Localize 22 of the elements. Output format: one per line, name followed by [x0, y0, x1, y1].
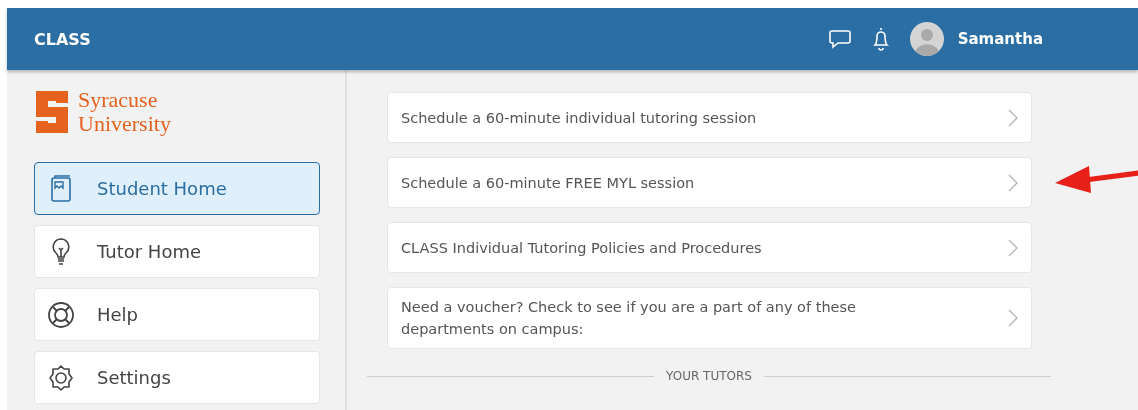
- avatar-icon[interactable]: [909, 22, 944, 56]
- logo-icon: [34, 89, 70, 135]
- lifebuoy-icon: [47, 300, 75, 329]
- chevron-icon: [1007, 107, 1019, 128]
- section-heading: YOUR TUTORS: [666, 369, 752, 383]
- link-card[interactable]: CLASS Individual Tutoring Policies and Procedures: [387, 222, 1032, 273]
- link-card[interactable]: Need a voucher? Check to see if you are a part of any of these departments on campus:: [387, 287, 1032, 349]
- sidebar-item[interactable]: Settings: [34, 351, 320, 404]
- sidebar-item[interactable]: Help: [34, 288, 320, 341]
- link-card[interactable]: Schedule a 60-minute individual tutoring session: [387, 92, 1032, 143]
- sidebar-item[interactable]: Student Home: [34, 162, 320, 215]
- sidebar-item[interactable]: Tutor Home: [34, 225, 320, 278]
- link-card[interactable]: Schedule a 60-minute FREE MYL session: [387, 157, 1032, 208]
- chevron-icon: [1007, 308, 1019, 328]
- chat-icon[interactable]: [827, 28, 852, 50]
- app-title: CLASS: [34, 29, 91, 49]
- logo-text: University: [78, 112, 171, 136]
- settings-icon: [47, 363, 75, 392]
- user-name[interactable]: Samantha: [957, 30, 1043, 48]
- chevron-icon: [1007, 237, 1019, 258]
- logo-text: Syracuse: [78, 88, 159, 112]
- chevron-icon: [1007, 172, 1019, 193]
